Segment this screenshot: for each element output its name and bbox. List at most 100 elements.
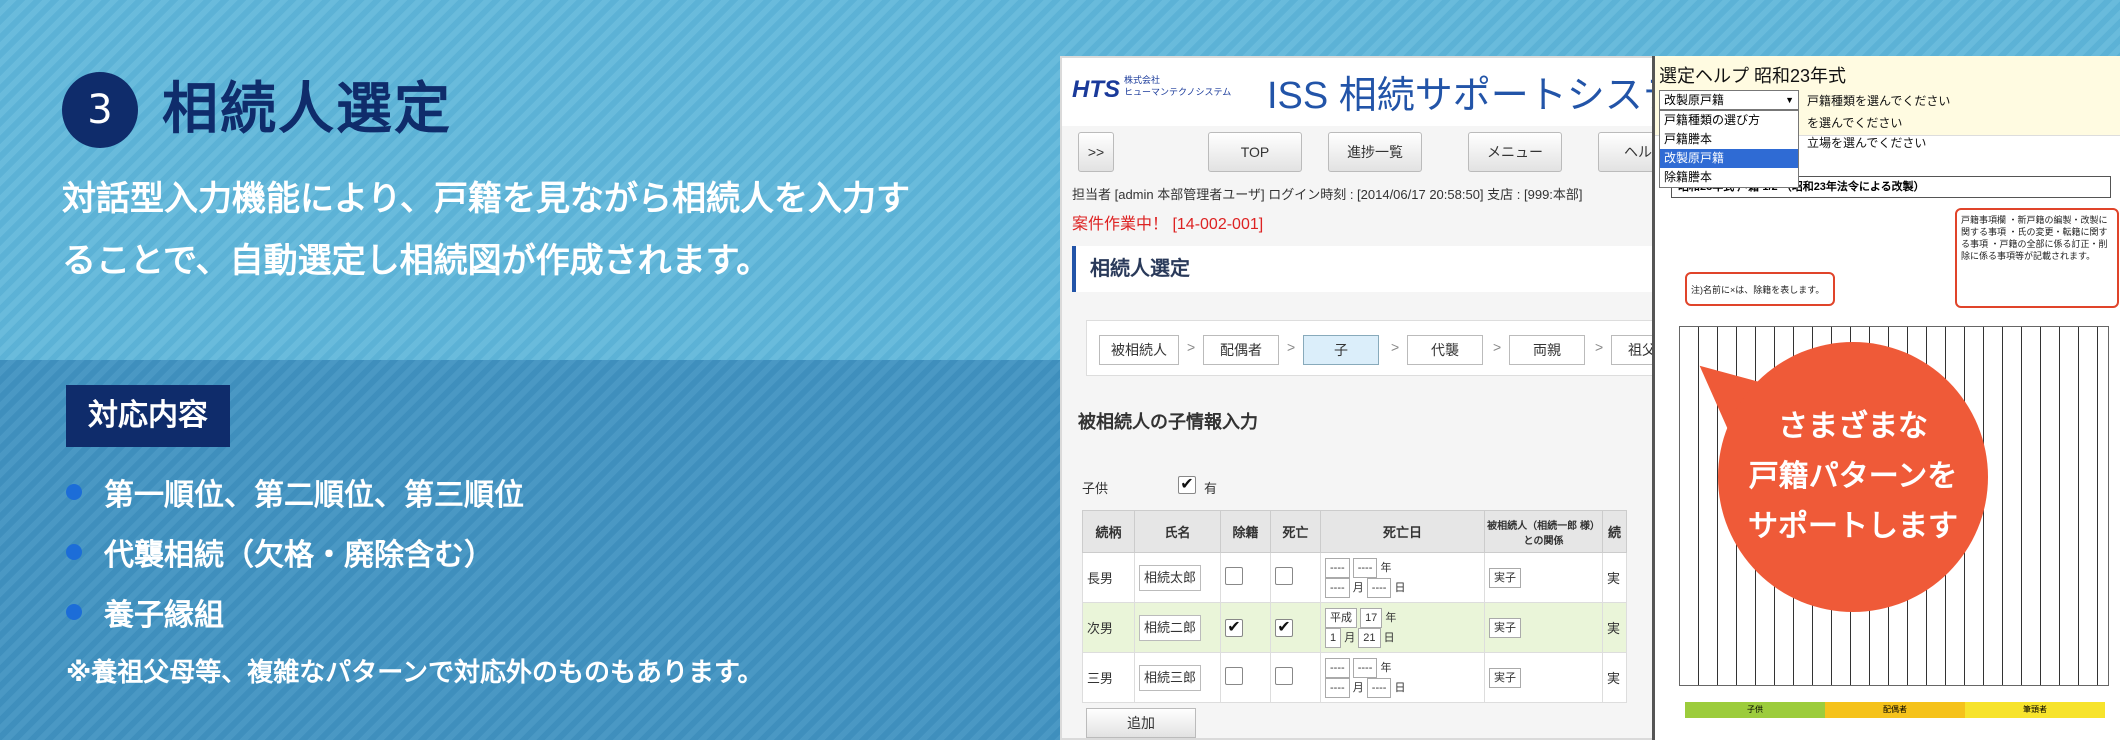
day-unit: 日 [1394, 681, 1406, 694]
app-header: HTS 株式会社 ヒューマンテクノシステム ISS 相続サポートシステ [1062, 58, 1681, 126]
step-representation[interactable]: 代襲 [1407, 335, 1483, 365]
deceased-checkbox[interactable] [1275, 567, 1293, 585]
callout-line-3: サポートします [1748, 509, 1958, 544]
callout-bubble: さまざまな 戸籍パターンを サポートします [1718, 342, 1988, 612]
removed-checkbox[interactable]: ✔ [1225, 618, 1243, 637]
relationship-select[interactable]: 実子 [1489, 567, 1521, 588]
children-label: 子供 [1082, 481, 1109, 496]
col-deceased: 死亡 [1270, 510, 1321, 553]
hint-position: 立場を選んでください [1807, 136, 1927, 150]
name-field[interactable]: 相続太郎 [1139, 564, 1202, 591]
removed-checkbox[interactable] [1225, 567, 1243, 585]
year-select[interactable]: ---- [1352, 557, 1378, 578]
table-row: 長男 相続太郎 ---- ---- 年 ---- 月 ---- 日 実子 実 [1082, 552, 1627, 603]
legend-child: 子供 [1685, 702, 1825, 718]
feature-label: 養子縁組 [104, 598, 224, 633]
step-arrow: > [1493, 339, 1502, 355]
year-unit: 年 [1380, 561, 1392, 574]
row-relation: 長男 [1082, 552, 1135, 603]
step-child[interactable]: 子 [1303, 335, 1379, 365]
callout-line-2: 戸籍パターンを [1748, 459, 1958, 494]
row-extra: 実 [1602, 602, 1627, 653]
day-unit: 日 [1394, 581, 1406, 594]
nav-menu-button[interactable]: メニュー [1468, 132, 1562, 172]
company-name-line-1: 株式会社 [1124, 75, 1161, 85]
month-select[interactable]: 1 [1325, 627, 1342, 648]
col-relation: 続柄 [1082, 510, 1135, 553]
year-unit: 年 [1380, 661, 1392, 674]
era-select[interactable]: ---- [1325, 657, 1350, 678]
step-arrow: > [1595, 339, 1604, 355]
col-removed: 除籍 [1220, 510, 1271, 553]
app-logo: HTS [1072, 76, 1120, 103]
callout-text: さまざまな 戸籍パターンを サポートします [1748, 402, 1958, 552]
step-decedent[interactable]: 被相続人 [1099, 335, 1179, 365]
app-title: ISS 相続サポートシステ [1267, 75, 1681, 117]
day-unit: 日 [1383, 631, 1395, 644]
feature-label: 第一順位、第二順位、第三順位 [104, 478, 524, 513]
era-select[interactable]: ---- [1325, 557, 1350, 578]
step-arrow: > [1187, 339, 1196, 355]
year-select[interactable]: 17 [1360, 607, 1383, 628]
dropdown-option-selected[interactable]: 改製原戸籍 [1660, 149, 1798, 168]
nav-progress-button[interactable]: 進捗一覧 [1328, 132, 1422, 172]
register-type-dropdown: 戸籍種類の選び方 戸籍謄本 改製原戸籍 除籍謄本 [1659, 110, 1799, 188]
bullet-icon [66, 544, 82, 560]
bullet-icon [66, 604, 82, 620]
hint-register-type: 戸籍種類を選んでください [1807, 94, 1951, 108]
company-name: 株式会社 ヒューマンテクノシステム [1124, 74, 1231, 98]
step-parents[interactable]: 両親 [1509, 335, 1585, 365]
era-select[interactable]: 平成 [1325, 607, 1357, 628]
name-field[interactable]: 相続三郎 [1139, 664, 1202, 691]
table-row: 次男 相続二郎 ✔ ✔ 平成 17 年 1 月 21 日 実子 実 [1082, 602, 1627, 653]
register-type-select[interactable]: 改製原戸籍 ▼ [1659, 90, 1799, 110]
deceased-checkbox[interactable]: ✔ [1275, 618, 1293, 637]
top-nav: >> TOP 進捗一覧 メニュー ヘルプ [1078, 124, 1692, 180]
year-select[interactable]: ---- [1352, 657, 1378, 678]
step-number-badge: 3 [62, 72, 138, 148]
description: 対話型入力機能により、戸籍を見ながら相続人を入力す ることで、自動選定し相続図が… [62, 168, 1022, 292]
col-death-date: 死亡日 [1320, 510, 1485, 553]
form-subtitle: 被相続人の子情報入力 [1078, 412, 1258, 432]
col-extra: 続 [1602, 510, 1627, 553]
nav-top-button[interactable]: TOP [1208, 132, 1302, 172]
footnote: ※養祖父母等、複雑なパターンで対応外のものもあります。 [66, 658, 764, 688]
deceased-checkbox[interactable] [1275, 667, 1293, 685]
children-table: 続柄 氏名 除籍 死亡 死亡日 被相続人（相続一郎 様）との関係 続 長男 相続… [1082, 510, 1627, 703]
dropdown-option[interactable]: 戸籍謄本 [1660, 130, 1798, 149]
removed-checkbox[interactable] [1225, 667, 1243, 685]
note-register-items: 戸籍事項欄 ・新戸籍の編製・改製に関する事項 ・氏の変更・転籍に関する事項 ・戸… [1955, 208, 2119, 308]
support-tag: 対応内容 [66, 385, 230, 447]
dropdown-option[interactable]: 戸籍種類の選び方 [1660, 111, 1798, 130]
description-line-2: ることで、自動選定し相続図が作成されます。 [62, 241, 771, 281]
month-unit: 月 [1344, 631, 1356, 644]
step-breadcrumb: 被相続人 > 配偶者 > 子 > 代襲 > 両親 > 祖父母 [1086, 320, 1687, 376]
step-arrow: > [1287, 339, 1296, 355]
relationship-select[interactable]: 実子 [1489, 617, 1521, 638]
step-spouse[interactable]: 配偶者 [1203, 335, 1279, 365]
day-select[interactable]: ---- [1366, 677, 1392, 698]
feature-item: 代襲相続（欠格・廃除含む） [66, 522, 524, 582]
callout-line-1: さまざまな [1778, 409, 1928, 444]
relationship-select[interactable]: 実子 [1489, 667, 1521, 688]
col-relationship: 被相続人（相続一郎 様）との関係 [1484, 510, 1603, 553]
row-relation: 三男 [1082, 652, 1135, 703]
nav-expand-button[interactable]: >> [1078, 132, 1114, 172]
month-select[interactable]: ---- [1325, 677, 1350, 698]
day-select[interactable]: 21 [1358, 627, 1381, 648]
description-line-1: 対話型入力機能により、戸籍を見ながら相続人を入力す [62, 179, 910, 219]
chevron-down-icon: ▼ [1785, 95, 1794, 105]
table-row: 三男 相続三郎 ---- ---- 年 ---- 月 ---- 日 実子 実 [1082, 652, 1627, 703]
add-button[interactable]: 追加 [1086, 708, 1196, 738]
dropdown-option[interactable]: 除籍謄本 [1660, 168, 1798, 187]
month-unit: 月 [1352, 581, 1364, 594]
step-arrow: > [1391, 339, 1400, 355]
children-checkbox[interactable]: ✔ [1178, 476, 1196, 494]
row-extra: 実 [1602, 552, 1627, 603]
section-title: 相続人選定 [1072, 246, 1652, 292]
month-select[interactable]: ---- [1325, 577, 1350, 598]
note-removed-mark: 注)名前に×は、除籍を表します。 [1685, 272, 1835, 306]
day-select[interactable]: ---- [1366, 577, 1392, 598]
name-field[interactable]: 相続二郎 [1139, 614, 1202, 641]
feature-label: 代襲相続（欠格・廃除含む） [104, 538, 494, 573]
